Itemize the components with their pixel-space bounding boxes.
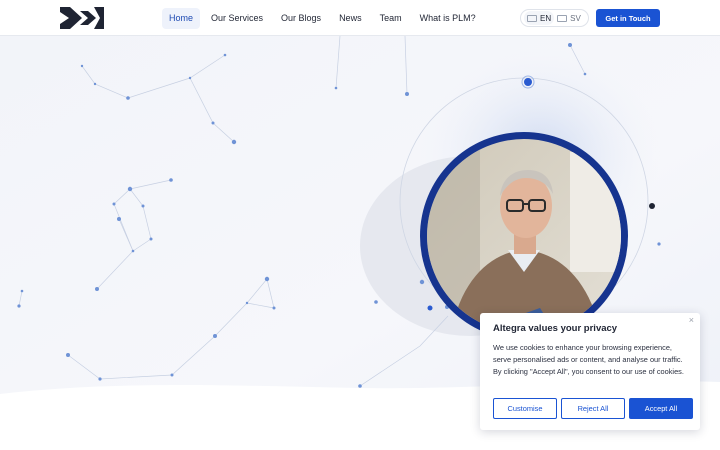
language-label-sv: SV (570, 13, 581, 23)
nav-team[interactable]: Team (373, 8, 409, 29)
cookie-title: Altegra values your privacy (493, 323, 618, 334)
nav-home[interactable]: Home (162, 7, 201, 29)
accept-all-button[interactable]: Accept All (629, 398, 693, 419)
flag-en-icon (527, 14, 537, 22)
close-icon[interactable]: × (689, 315, 694, 325)
get-in-touch-button[interactable]: Get in Touch (596, 9, 660, 27)
language-switcher: EN SV (520, 9, 589, 27)
nav-our-services[interactable]: Our Services (204, 8, 270, 29)
cookie-buttons: Customise Reject All Accept All (493, 398, 693, 419)
nav-news[interactable]: News (332, 8, 369, 29)
customise-button[interactable]: Customise (493, 398, 557, 419)
nav-our-blogs[interactable]: Our Blogs (274, 8, 328, 29)
site-header: Home Our Services Our Blogs News Team Wh… (0, 0, 720, 36)
logo-icon[interactable] (60, 7, 106, 29)
cookie-text: We use cookies to enhance your browsing … (493, 343, 684, 376)
cookie-consent-dialog: × Altegra values your privacy We use coo… (480, 313, 700, 430)
nav-what-is-plm[interactable]: What is PLM? (413, 8, 483, 29)
language-label-en: EN (540, 13, 552, 23)
language-option-en[interactable]: EN (524, 11, 555, 25)
flag-sv-icon (557, 14, 568, 22)
reject-all-button[interactable]: Reject All (561, 398, 625, 419)
portrait-photo (420, 132, 628, 340)
main-nav: Home Our Services Our Blogs News Team Wh… (162, 7, 487, 29)
language-option-sv[interactable]: SV (554, 11, 584, 25)
